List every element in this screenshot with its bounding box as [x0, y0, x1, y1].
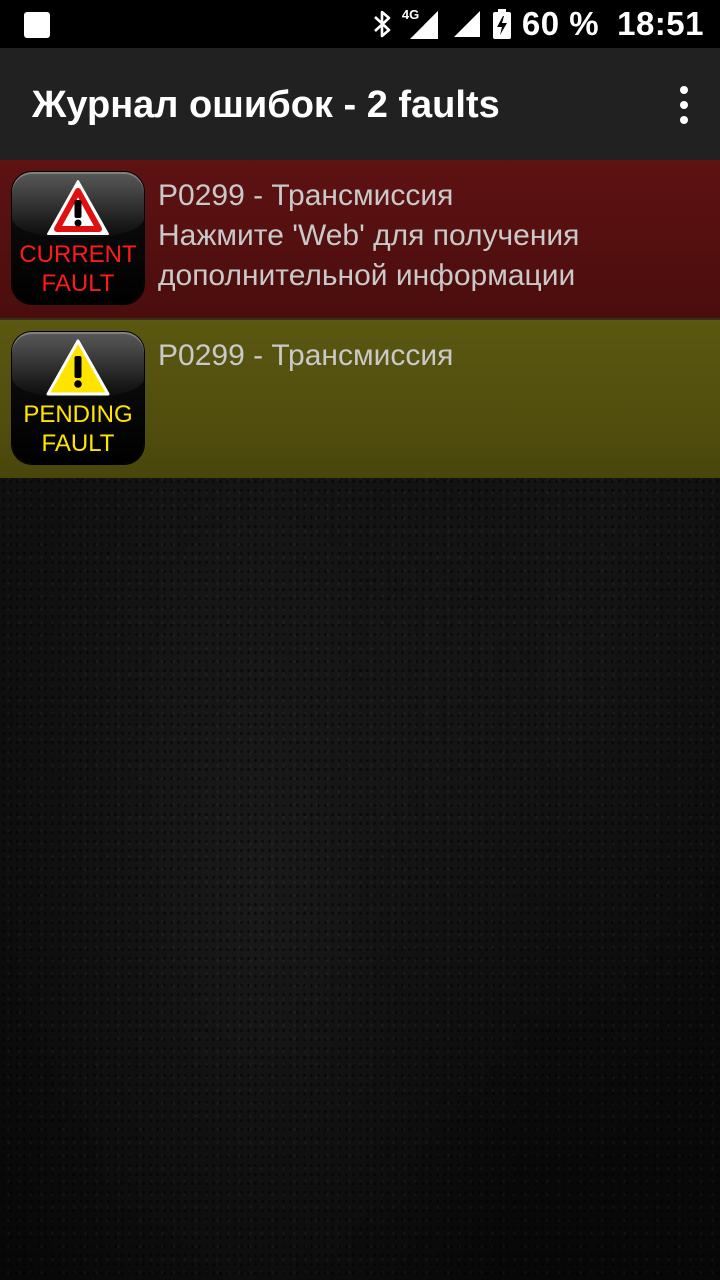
bluetooth-icon — [372, 9, 394, 39]
page-title: Журнал ошибок - 2 faults — [32, 84, 500, 126]
warning-triangle-icon — [47, 180, 109, 235]
pending-fault-badge: PENDING FAULT — [12, 332, 144, 464]
fault-text: P0299 - Трансмиссия — [158, 336, 708, 376]
signal-4g-icon: 4G — [402, 7, 440, 41]
fault-list: CURRENT FAULT P0299 - Трансмиссия Нажмит… — [0, 160, 720, 478]
fault-item-pending[interactable]: PENDING FAULT P0299 - Трансмиссия — [0, 320, 720, 478]
status-bar: 4G 60 % 18:51 — [0, 0, 720, 48]
badge-label-line2: FAULT — [41, 270, 115, 297]
screen: 4G 60 % 18:51 Журнал ошибок - 2 faults C… — [0, 0, 720, 1280]
battery-charging-icon — [492, 8, 512, 40]
fault-text: P0299 - Трансмиссия Нажмите 'Web' для по… — [158, 176, 708, 296]
signal-icon — [450, 9, 482, 39]
overflow-menu-icon[interactable] — [676, 86, 692, 124]
menu-dot — [680, 116, 688, 124]
fault-code-title: P0299 - Трансмиссия — [158, 339, 454, 372]
battery-percent: 60 % — [521, 5, 600, 42]
badge-label-line1: PENDING — [23, 401, 133, 428]
clock: 18:51 — [617, 5, 704, 42]
menu-dot — [680, 101, 688, 109]
warning-triangle-icon — [46, 339, 110, 396]
notification-square-icon — [24, 12, 50, 38]
app-toolbar: Журнал ошибок - 2 faults — [0, 48, 720, 160]
badge-label-line1: CURRENT — [19, 241, 137, 268]
fault-item-current[interactable]: CURRENT FAULT P0299 - Трансмиссия Нажмит… — [0, 160, 720, 320]
fault-description-line2: дополнительной информации — [158, 259, 576, 292]
fault-code-title: P0299 - Трансмиссия — [158, 179, 454, 212]
badge-label-line2: FAULT — [41, 430, 115, 457]
current-fault-badge: CURRENT FAULT — [12, 172, 144, 304]
fault-description-line1: Нажмите 'Web' для получения — [158, 219, 580, 252]
status-icons: 4G 60 % 18:51 — [372, 0, 704, 48]
menu-dot — [680, 86, 688, 94]
